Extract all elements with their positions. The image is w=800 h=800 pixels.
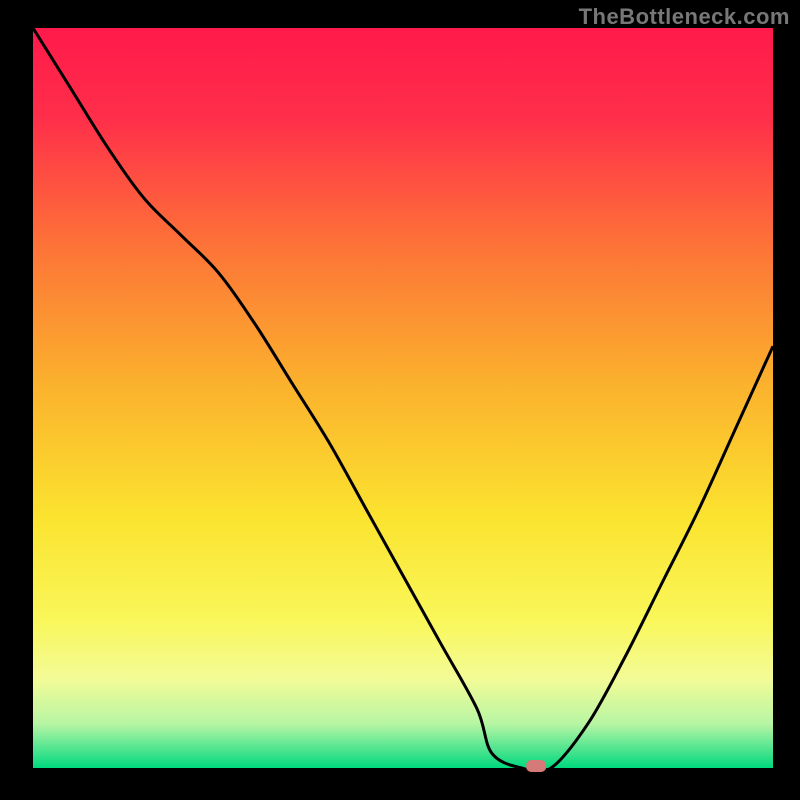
- chart-svg: [0, 0, 800, 800]
- watermark-text: TheBottleneck.com: [579, 4, 790, 30]
- chart-stage: TheBottleneck.com: [0, 0, 800, 800]
- gradient-plot-background: [33, 28, 773, 768]
- optimal-point-marker: [526, 760, 546, 772]
